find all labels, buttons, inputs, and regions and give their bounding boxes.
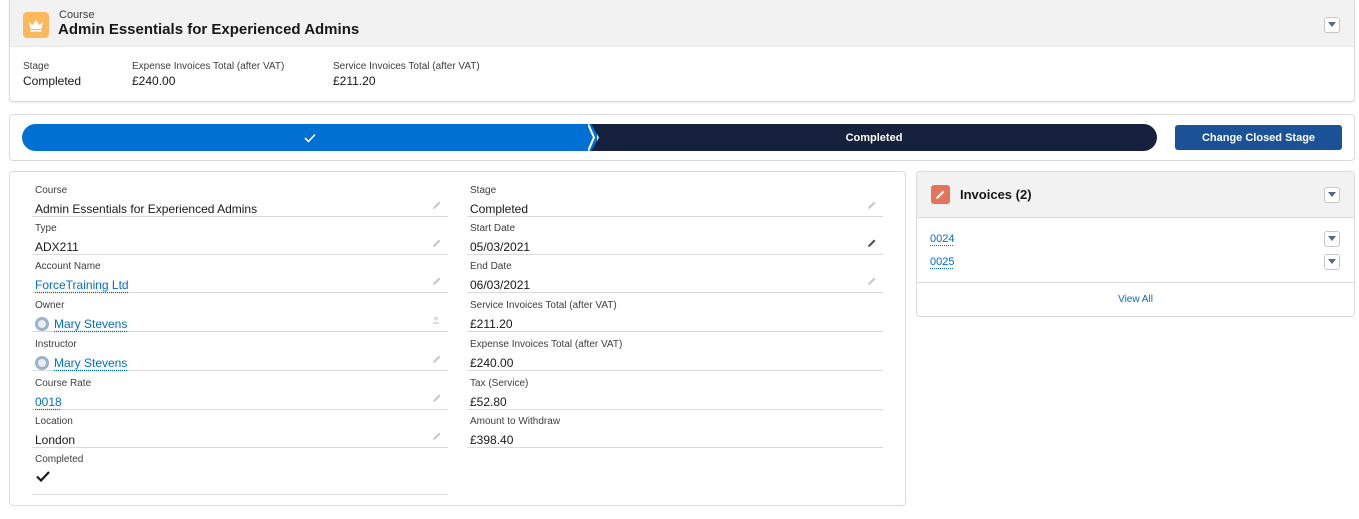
- highlight-expense-total: Expense Invoices Total (after VAT) £240.…: [132, 61, 284, 88]
- field-label: Instructor: [35, 339, 77, 350]
- stage-path: Completed Change Closed Stage: [9, 114, 1355, 161]
- record-details: Course Admin Essentials for Experienced …: [9, 171, 906, 506]
- field-label: Location: [35, 416, 73, 427]
- highlight-value: Completed: [23, 74, 82, 88]
- invoice-link[interactable]: 0025: [930, 256, 954, 268]
- field-end-date: End Date 06/03/2021: [467, 255, 883, 293]
- field-instructor: Instructor Mary Stevens: [32, 333, 448, 371]
- invoice-row-dropdown[interactable]: [1324, 254, 1340, 270]
- highlight-service-total: Service Invoices Total (after VAT) £211.…: [333, 61, 480, 88]
- invoices-actions-dropdown[interactable]: [1324, 187, 1340, 203]
- field-amount-to-withdraw: Amount to Withdraw £398.40: [467, 410, 883, 448]
- pencil-icon[interactable]: [867, 238, 877, 248]
- change-closed-stage-button[interactable]: Change Closed Stage: [1175, 125, 1342, 150]
- chevron-down-icon: [1328, 22, 1336, 27]
- view-all-link[interactable]: View All: [917, 282, 1354, 316]
- highlight-label: Expense Invoices Total (after VAT): [132, 61, 285, 72]
- field-label: Owner: [35, 300, 65, 311]
- pencil-icon[interactable]: [867, 276, 877, 286]
- chevron-down-icon: [1328, 192, 1336, 197]
- field-stage: Stage Completed: [467, 179, 883, 217]
- instructor-link[interactable]: Mary Stevens: [54, 356, 127, 370]
- highlight-label: Stage: [23, 61, 50, 72]
- field-value: 06/03/2021: [470, 278, 531, 292]
- account-link[interactable]: ForceTraining Ltd: [35, 278, 129, 292]
- chevron-down-icon: [1328, 259, 1336, 264]
- invoice-pencil-icon: [931, 185, 950, 204]
- invoices-title[interactable]: Invoices (2): [960, 187, 1032, 202]
- highlight-stage: Stage Completed: [23, 61, 81, 88]
- object-type-label: Course: [59, 9, 95, 21]
- highlight-value: £211.20: [333, 74, 376, 88]
- field-value: £211.20: [470, 317, 513, 331]
- field-owner: Owner Mary Stevens: [32, 294, 448, 332]
- field-label: Start Date: [470, 223, 516, 234]
- field-value: £398.40: [470, 433, 514, 447]
- pencil-icon[interactable]: [432, 276, 442, 286]
- field-value: London: [35, 433, 76, 447]
- field-start-date: Start Date 05/03/2021: [467, 217, 883, 255]
- field-label: Account Name: [35, 261, 101, 272]
- field-value: Mary Stevens: [35, 356, 127, 370]
- field-label: Service Invoices Total (after VAT): [470, 300, 617, 311]
- checkmark-icon: [36, 471, 50, 482]
- field-account-name: Account Name ForceTraining Ltd: [32, 255, 448, 293]
- invoice-link[interactable]: 0024: [930, 233, 954, 245]
- field-value: Completed: [470, 202, 529, 216]
- field-value: £240.00: [470, 356, 514, 370]
- record-title: Admin Essentials for Experienced Admins: [58, 21, 360, 38]
- pencil-icon[interactable]: [432, 431, 442, 441]
- highlight-value: £240.00: [132, 74, 176, 88]
- owner-link[interactable]: Mary Stevens: [54, 317, 127, 331]
- path-step-complete[interactable]: [22, 124, 597, 151]
- field-type: Type ADX211: [32, 217, 448, 255]
- pencil-icon[interactable]: [432, 393, 442, 403]
- field-label: Course: [35, 185, 68, 196]
- field-label: End Date: [470, 261, 512, 272]
- field-service-invoices-total: Service Invoices Total (after VAT) £211.…: [467, 294, 883, 332]
- header-actions-dropdown[interactable]: [1324, 17, 1340, 33]
- avatar: [35, 317, 49, 331]
- checkmark-icon: [303, 133, 316, 143]
- field-label: Amount to Withdraw: [470, 416, 561, 427]
- view-all-label[interactable]: View All: [1118, 294, 1153, 305]
- field-location: Location London: [32, 410, 448, 448]
- invoices-related-list: Invoices (2) 0024 0025 View All: [916, 171, 1355, 317]
- field-tax-service: Tax (Service) £52.80: [467, 372, 883, 410]
- chevron-down-icon: [1328, 236, 1336, 241]
- pencil-icon[interactable]: [432, 354, 442, 364]
- avatar: [35, 356, 49, 370]
- pencil-icon[interactable]: [432, 238, 442, 248]
- field-value: Admin Essentials for Experienced Admins: [35, 202, 258, 216]
- field-label: Completed: [35, 454, 84, 465]
- field-label: Expense Invoices Total (after VAT): [470, 339, 623, 350]
- field-value: £52.80: [470, 395, 507, 409]
- field-value: Mary Stevens: [35, 317, 127, 331]
- field-course-rate: Course Rate 0018: [32, 372, 448, 410]
- path-step-label: Completed: [845, 131, 903, 144]
- pencil-icon[interactable]: [432, 200, 442, 210]
- invoice-row-dropdown[interactable]: [1324, 231, 1340, 247]
- pencil-icon[interactable]: [867, 200, 877, 210]
- field-label: Stage: [470, 185, 497, 196]
- field-expense-invoices-total: Expense Invoices Total (after VAT) £240.…: [467, 333, 883, 371]
- record-header-top: Course Admin Essentials for Experienced …: [10, 0, 1354, 47]
- field-label: Type: [35, 223, 57, 234]
- field-completed: Completed: [32, 448, 448, 495]
- field-value: 05/03/2021: [470, 240, 531, 254]
- field-label: Tax (Service): [470, 378, 529, 389]
- course-rate-link[interactable]: 0018: [35, 395, 62, 409]
- crown-icon: [23, 12, 49, 38]
- path-step-current[interactable]: Completed: [591, 124, 1157, 151]
- change-owner-icon[interactable]: [432, 315, 442, 325]
- field-course: Course Admin Essentials for Experienced …: [32, 179, 448, 217]
- highlight-label: Service Invoices Total (after VAT): [333, 61, 480, 72]
- path-bar: Completed: [22, 124, 1157, 151]
- invoices-header: Invoices (2): [917, 172, 1354, 218]
- field-label: Course Rate: [35, 378, 92, 389]
- record-header: Course Admin Essentials for Experienced …: [9, 0, 1355, 102]
- field-value: ADX211: [35, 240, 79, 254]
- path-chevron-separator: [588, 124, 596, 151]
